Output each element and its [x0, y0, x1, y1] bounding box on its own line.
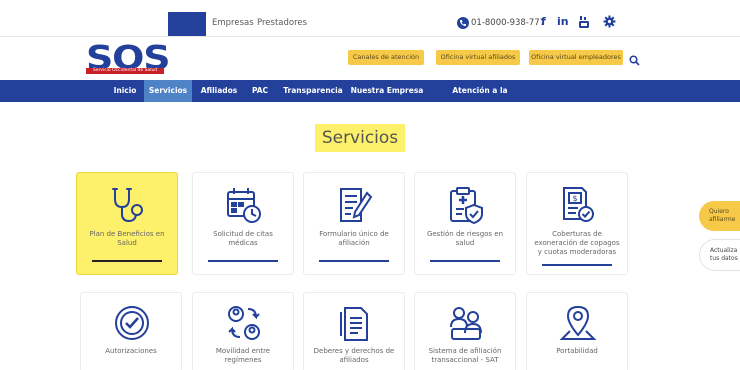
logo-subtitle: Servicio Occidental de Salud — [86, 68, 164, 74]
card-sistema-afiliacion-sat[interactable]: Sistema de afiliación transaccional - SA… — [414, 292, 516, 370]
card-label: Gestión de riesgos en salud — [426, 230, 504, 247]
people-exchange-icon — [224, 303, 264, 343]
svg-text:$: $ — [572, 194, 577, 203]
oficina-afiliados-button[interactable]: Oficina virtual afiliados — [436, 50, 520, 65]
nav-pac[interactable]: PAC — [244, 80, 276, 102]
document-check-icon: $ — [558, 185, 598, 225]
nav-servicios[interactable]: Servicios — [144, 80, 192, 102]
phone-icon — [457, 17, 469, 29]
search-icon[interactable] — [629, 51, 640, 70]
card-coberturas-copagos[interactable]: $ Coberturas de exoneración de copagos y… — [526, 172, 628, 275]
card-underline — [542, 264, 612, 266]
card-label: Movilidad entre regímenes — [215, 347, 271, 364]
nav-nuestra-empresa[interactable]: Nuestra Empresa — [350, 80, 424, 102]
check-circle-icon — [112, 303, 152, 343]
card-label: Solicitud de citas médicas — [213, 230, 273, 247]
card-portabilidad[interactable]: Portabilidad — [526, 292, 628, 370]
quiero-afiliarme-tab[interactable]: Quiero afiliarme — [699, 201, 740, 231]
stethoscope-icon — [108, 185, 148, 225]
page-title: Servicios — [315, 124, 405, 152]
link-empresas[interactable]: Empresas — [212, 18, 254, 28]
linkedin-icon[interactable]: in — [557, 15, 569, 28]
card-label: Plan de Beneficios en Salud — [89, 230, 165, 247]
clipboard-shield-icon — [446, 185, 486, 225]
card-label: Sistema de afiliación transaccional - SA… — [428, 347, 502, 364]
card-underline — [92, 260, 162, 262]
nav-atencion-ciudadania[interactable]: Atención a la Ciudadanía — [428, 80, 532, 117]
document-list-icon — [335, 303, 375, 343]
card-movilidad-regimenes[interactable]: Movilidad entre regímenes — [192, 292, 294, 370]
actualiza-datos-tab[interactable]: Actualiza tus datos — [699, 239, 740, 271]
card-gestion-riesgos[interactable]: Gestión de riesgos en salud — [414, 172, 516, 275]
link-prestadores[interactable]: Prestadores — [257, 18, 307, 28]
card-autorizaciones[interactable]: Autorizaciones — [80, 292, 182, 370]
card-label: Formulario único de afiliación — [319, 230, 389, 247]
canales-atencion-button[interactable]: Canales de atención — [348, 50, 424, 65]
main-nav: Inicio Servicios Afiliados PAC Transpare… — [0, 80, 740, 117]
card-label: Deberes y derechos de afiliados — [313, 347, 395, 364]
top-bar-accent — [168, 12, 206, 36]
nav-transparencia[interactable]: Transparencia — [279, 80, 347, 102]
card-label: Portabilidad — [556, 347, 598, 355]
card-label: Coberturas de exoneración de copagos y c… — [534, 230, 620, 256]
card-label: Autorizaciones — [105, 347, 157, 355]
card-deberes-derechos[interactable]: Deberes y derechos de afiliados — [303, 292, 405, 370]
card-citas-medicas[interactable]: Solicitud de citas médicas — [192, 172, 294, 275]
card-underline — [319, 260, 389, 262]
sos-logo[interactable]: SOS Servicio Occidental de Salud — [86, 38, 171, 77]
oficina-empleadores-button[interactable]: Oficina virtual empleadores — [529, 50, 623, 65]
top-bar: Empresas Prestadores 01-8000-938-777 f i… — [0, 11, 740, 37]
card-plan-beneficios[interactable]: Plan de Beneficios en Salud — [76, 172, 178, 275]
form-pencil-icon — [335, 185, 375, 225]
card-underline — [208, 260, 278, 262]
card-formulario-afiliacion[interactable]: Formulario único de afiliación — [303, 172, 405, 275]
youtube-icon[interactable] — [578, 16, 590, 32]
card-underline — [430, 260, 500, 262]
people-group-icon — [446, 303, 486, 343]
nav-inicio[interactable]: Inicio — [108, 80, 142, 102]
facebook-icon[interactable]: f — [541, 15, 546, 28]
nav-afiliados[interactable]: Afiliados — [196, 80, 242, 102]
map-pin-icon — [558, 303, 598, 343]
gear-icon[interactable] — [603, 15, 616, 31]
phone-number[interactable]: 01-8000-938-777 — [471, 18, 545, 28]
calendar-clock-icon — [224, 185, 264, 225]
